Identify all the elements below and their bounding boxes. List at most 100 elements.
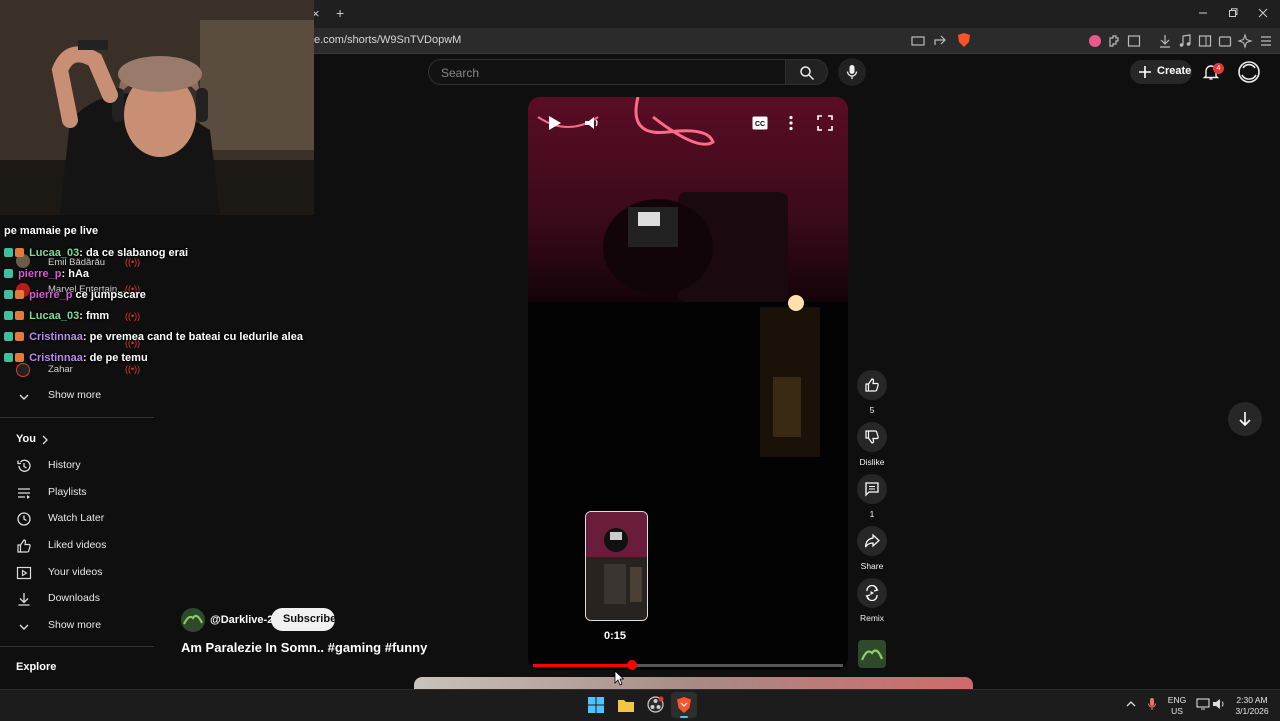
captions-icon[interactable]: CC [752,116,768,130]
show-more-label: Show more [48,619,102,631]
sidebar-item-label: Liked videos [48,539,107,551]
chat-badge-icon [4,269,13,278]
close-window-icon[interactable] [1258,8,1268,18]
leo-ai-icon[interactable] [1237,33,1253,49]
live-indicator-icon: ((•)) [125,311,141,321]
show-more-label: Show more [48,389,102,401]
chat-username: Cristinnaa [29,331,83,343]
you-label: You [16,433,36,445]
taskbar-active-app[interactable] [671,692,697,718]
file-explorer-icon[interactable] [617,697,635,713]
next-short-preview[interactable] [414,677,973,689]
sidebar-item-history[interactable]: History [16,456,154,476]
chat-username: Lucaa_03 [29,247,80,259]
next-short-button[interactable] [1228,402,1262,436]
fullscreen-icon[interactable] [817,115,833,131]
clock-time[interactable]: 2:30 AM [1230,695,1274,705]
playlists-icon [18,488,30,499]
chevron-up-icon[interactable] [1126,700,1136,708]
active-app-indicator [680,716,688,718]
dislike-label: Dislike [859,457,885,467]
share-label: Share [860,561,884,571]
menu-icon[interactable] [1258,33,1274,49]
volume-icon[interactable] [583,114,601,132]
clock-date[interactable]: 3/1/2026 [1230,706,1274,716]
chat-text: ce jumpscare [75,289,146,301]
search-button[interactable] [786,59,828,85]
like-count: 5 [869,405,875,415]
downloads-toolbar-icon[interactable] [1157,33,1173,49]
volume-tray-icon[interactable] [1212,698,1226,710]
create-label: Create [1157,65,1192,77]
short-video-player[interactable]: CC [528,97,848,670]
share-button[interactable] [857,526,887,556]
remix-button[interactable] [857,578,887,608]
like-button[interactable] [857,370,887,400]
show-more-subscriptions[interactable]: Show more [16,386,154,406]
network-icon[interactable] [1196,698,1210,710]
chat-text: de pe temu [89,352,148,364]
search-placeholder: Search [441,66,480,80]
channel-handle[interactable]: @Darklive-22 [210,614,279,626]
reader-icon[interactable] [1126,33,1142,49]
chat-badge-icon [4,248,13,257]
sidebar-item-playlists[interactable]: Playlists [16,483,154,503]
sidebar-item-your-videos[interactable]: Your videos [16,563,154,583]
sidebar-toggle-icon[interactable] [1197,33,1213,49]
cast-icon[interactable] [910,33,926,49]
share-page-icon[interactable] [932,33,948,49]
obs-icon[interactable] [647,696,664,713]
chat-badge-icon [15,311,24,320]
sidebar-item-liked-videos[interactable]: Liked videos [16,536,154,556]
windows-start-icon[interactable] [588,697,604,713]
language-indicator-bottom[interactable]: US [1166,706,1188,716]
search-input[interactable]: Search [428,59,786,85]
progress-scrubber-handle[interactable] [627,660,637,670]
language-indicator-top[interactable]: ENG [1166,695,1188,705]
sidebar-divider [0,646,154,647]
account-avatar[interactable] [1238,61,1260,83]
chevron-down-icon [19,394,29,400]
wallet-icon[interactable] [1217,33,1233,49]
comments-button[interactable] [857,474,887,504]
minimize-icon[interactable] [1198,8,1208,18]
chat-badge-icon [4,311,13,320]
chat-username: pierre_p [18,268,62,280]
chat-line-partial: pe mamaie pe live [4,225,99,237]
sidebar-divider [0,417,154,418]
chat-message: pierre_p: hAa [4,268,89,280]
mic-in-use-icon[interactable] [1147,697,1157,711]
new-tab-button[interactable]: + [336,5,344,21]
more-options-icon[interactable] [789,115,793,131]
address-bar[interactable]: e.com/shorts/W9SnTVDopwM [314,34,461,46]
media-icon[interactable] [1177,33,1193,49]
extensions-icon[interactable] [1106,33,1122,49]
scrub-preview-thumbnail [585,511,648,621]
sidebar-item-watch-later[interactable]: Watch Later [16,509,154,529]
voice-search-button[interactable] [838,58,866,86]
thumbs-up-icon [865,378,879,392]
download-icon [18,593,30,606]
webcam-overlay [0,0,314,215]
arrow-down-icon [1239,412,1251,427]
play-icon[interactable] [548,115,562,131]
chat-text: pe vremea cand te bateai cu ledurile ale… [89,331,303,343]
you-section-header[interactable]: You [16,432,76,448]
sidebar-item-downloads[interactable]: Downloads [16,589,154,609]
subscribe-button[interactable]: Subscribe [271,608,336,631]
dislike-button[interactable] [857,422,887,452]
show-more-you[interactable]: Show more [16,616,154,636]
chat-username: Cristinnaa [29,352,83,364]
comment-icon [865,482,879,497]
restore-icon[interactable] [1228,8,1238,18]
sidebar-item-label: Your videos [48,566,103,578]
channel-avatar[interactable] [181,608,205,632]
sound-channel-avatar[interactable] [858,640,886,668]
brave-shield-icon[interactable] [956,32,972,48]
extension-badge-icon[interactable] [1087,33,1103,49]
plus-icon [1139,66,1151,78]
create-button[interactable]: Create [1130,60,1192,84]
preview-timestamp: 0:15 [604,630,627,642]
subscription-item-name[interactable]: Zahar [48,364,73,375]
short-title[interactable]: Am Paralezie In Somn.. #gaming #funny [181,640,427,655]
